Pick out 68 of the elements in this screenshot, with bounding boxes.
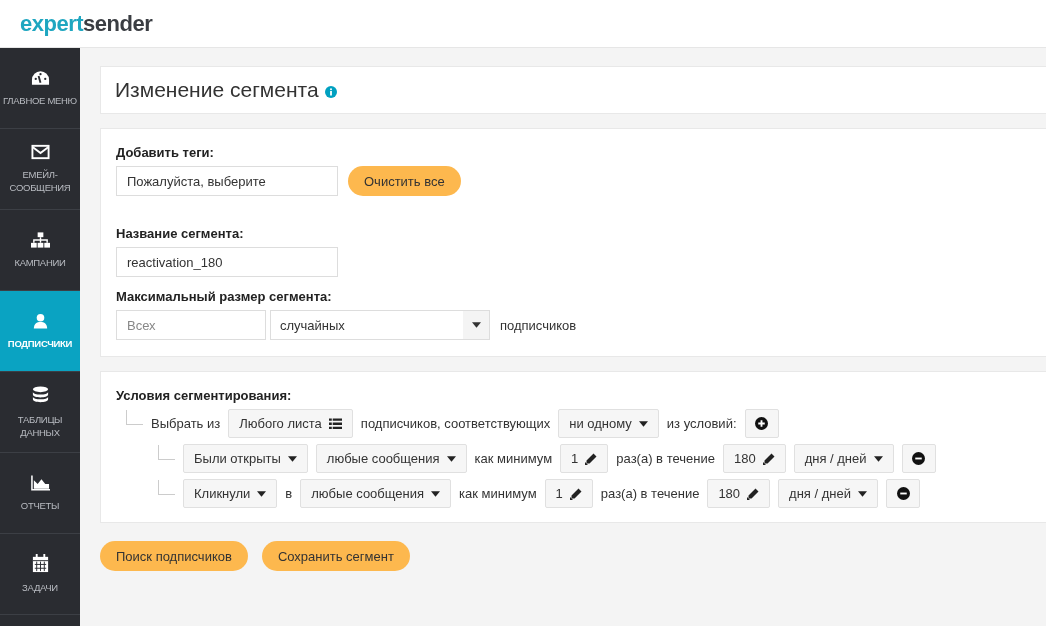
condition-text: в xyxy=(285,486,293,501)
plus-icon xyxy=(755,417,768,430)
add-condition-button[interactable] xyxy=(744,409,779,438)
condition-text: из условий: xyxy=(666,416,737,431)
caret-icon xyxy=(446,455,456,462)
segment-name-field[interactable]: reactivation_180 xyxy=(116,247,338,277)
pencil-icon xyxy=(747,487,760,500)
action-button[interactable]: Сохранить сегмент xyxy=(261,541,410,571)
field-label: Добавить теги: xyxy=(116,145,215,160)
remove-condition-button[interactable] xyxy=(901,444,936,473)
field-label: Условия сегментирования: xyxy=(116,388,293,403)
caret-icon xyxy=(431,490,441,497)
condition-text: как минимум xyxy=(474,451,553,466)
action-button[interactable]: Поиск подписчиков xyxy=(100,541,248,571)
pencil-icon xyxy=(569,487,582,500)
clear-all-button[interactable]: Очистить все xyxy=(348,166,461,196)
sidebar-item[interactable]: ТАБЛИЦЫ ДАННЫХ xyxy=(0,372,80,453)
minus-icon xyxy=(896,487,910,500)
editable-value[interactable]: 1 xyxy=(560,444,609,473)
sidebar-item[interactable]: ЕМЕЙЛ-СООБЩЕНИЯ xyxy=(0,129,80,210)
condition-dropdown[interactable]: ни одному xyxy=(558,409,659,438)
remove-condition-button[interactable] xyxy=(886,479,920,508)
condition-text: раз(а) в течение xyxy=(616,451,715,466)
condition-dropdown[interactable]: любые сообщения xyxy=(315,444,467,473)
sidebar-item[interactable]: ГЛАВНОЕ МЕНЮ xyxy=(0,48,80,129)
condition-text: подписчиков, соответствующих xyxy=(360,416,551,431)
page-title: Изменение сегмента xyxy=(115,78,319,102)
tree-connector xyxy=(158,445,175,460)
list-icon xyxy=(328,417,342,430)
info-icon[interactable] xyxy=(324,86,337,98)
minus-icon xyxy=(912,452,926,465)
condition-text: раз(а) в течение xyxy=(600,486,700,501)
sidebar-item[interactable]: ЗАДАЧИ xyxy=(0,534,80,615)
pencil-icon xyxy=(585,452,598,465)
logo: expertsender xyxy=(20,10,153,37)
condition-dropdown[interactable]: дня / дней xyxy=(793,444,894,473)
caret-icon xyxy=(858,490,867,497)
field-label: Максимальный размер сегмента: xyxy=(116,289,333,304)
tree-connector xyxy=(158,480,175,495)
database-icon xyxy=(30,385,50,405)
editable-value[interactable]: 180 xyxy=(722,444,786,473)
pencil-icon xyxy=(762,452,775,465)
gauge-icon xyxy=(30,69,50,86)
condition-dropdown[interactable]: любые сообщения xyxy=(300,479,452,508)
condition-dropdown[interactable]: дня / дней xyxy=(778,479,878,508)
mode-dropdown[interactable]: случайных xyxy=(270,310,490,340)
area-chart-icon xyxy=(30,474,50,491)
caret-icon xyxy=(638,420,648,427)
editable-value[interactable]: 180 xyxy=(707,479,771,508)
caret-icon xyxy=(873,455,883,462)
suffix-text: подписчиков xyxy=(500,317,577,333)
max-size-field[interactable]: Всех xyxy=(116,310,266,340)
condition-text: Выбрать из xyxy=(151,416,221,431)
editable-value[interactable]: 1 xyxy=(544,479,593,508)
caret-icon xyxy=(471,322,481,328)
tree-connector xyxy=(126,410,143,425)
caret-icon xyxy=(257,490,267,497)
condition-dropdown[interactable]: Были открыты xyxy=(183,444,308,473)
condition-dropdown[interactable]: Кликнули xyxy=(183,479,278,508)
field-label: Название сегмента: xyxy=(116,226,245,241)
tags-field[interactable]: Пожалуйста, выберите xyxy=(116,166,338,196)
list-dropdown[interactable]: Любого листа xyxy=(228,409,353,438)
sidebar-item[interactable]: ОТЧЕТЫ xyxy=(0,453,80,534)
condition-text: как минимум xyxy=(459,486,537,501)
sitemap-icon xyxy=(30,231,50,248)
envelope-icon xyxy=(30,144,50,160)
calendar-icon xyxy=(30,554,50,573)
caret-icon xyxy=(287,455,297,462)
